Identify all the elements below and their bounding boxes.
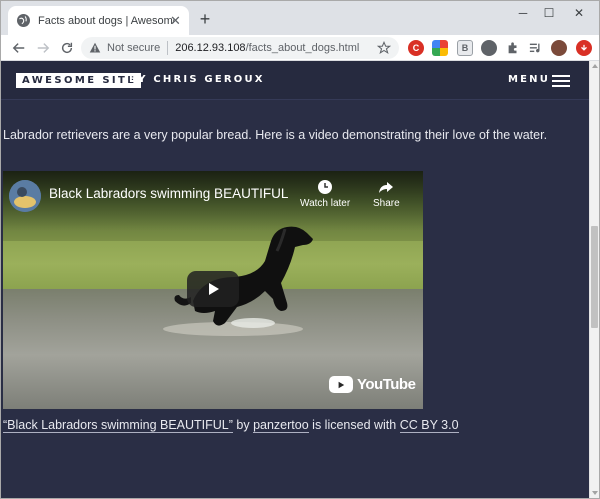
scroll-down-arrow-icon[interactable] [592,491,598,495]
globe-icon [17,14,30,27]
new-tab-button[interactable]: + [196,10,214,28]
close-window-button[interactable]: ✕ [566,5,592,21]
play-button[interactable] [187,271,239,307]
forward-button[interactable] [33,38,53,58]
grey-box-extension-icon[interactable]: B [457,40,473,56]
youtube-logo[interactable]: YouTube [329,376,416,393]
site-author: BY CHRIS GEROUX [129,74,265,85]
credit-licensed-text: is licensed with [308,418,400,432]
youtube-wordmark: YouTube [357,376,416,393]
share-arrow-icon [379,182,394,193]
credit-by-text: by [232,418,254,432]
site-logo[interactable]: AWESOME SITE [16,73,141,88]
channel-avatar[interactable] [9,180,41,212]
page-viewport: AWESOME SITE BY CHRIS GEROUX MENU Labrad… [1,61,589,498]
security-status[interactable]: Not secure [107,42,160,54]
puzzle-extensions-icon[interactable] [505,40,521,56]
scroll-up-arrow-icon[interactable] [592,64,598,68]
video-title-shade [3,171,423,231]
back-button[interactable] [9,38,29,58]
page-scrollbar[interactable] [589,61,599,498]
youtube-play-icon [329,376,353,393]
watch-later-button[interactable]: Watch later [300,179,350,209]
url-host: 206.12.93.108 [175,42,246,54]
update-menu-icon[interactable] [576,40,592,56]
tab-title: Facts about dogs | Awesome Site [38,14,174,27]
red-badge-extension-icon[interactable]: C [408,40,424,56]
media-control-icon[interactable] [528,40,544,56]
warning-icon [89,42,101,53]
video-title[interactable]: Black Labradors swimming BEAUTIFUL [49,186,288,201]
tab-strip: Facts about dogs | Awesome Site ✕ + ─ ☐ … [1,1,599,35]
url-path: /facts_about_dogs.html [245,42,360,54]
share-label: Share [373,198,400,209]
play-icon [209,283,219,295]
browser-window: Facts about dogs | Awesome Site ✕ + ─ ☐ … [0,0,600,499]
author-link[interactable]: panzertoo [253,418,309,433]
site-header: AWESOME SITE BY CHRIS GEROUX MENU [1,61,589,100]
intro-paragraph: Labrador retrievers are a very popular b… [3,128,548,142]
profile-avatar-icon[interactable] [551,40,567,56]
omnibox-divider [167,41,169,55]
youtube-video-embed[interactable]: Black Labradors swimming BEAUTIFUL Watch… [3,171,423,409]
maximize-button[interactable]: ☐ [536,5,562,21]
reload-icon [61,42,73,54]
scroll-thumb[interactable] [591,226,598,328]
pinwheel-extension-icon[interactable] [432,40,448,56]
share-button[interactable]: Share [373,179,400,209]
dark-circle-extension-icon[interactable] [481,40,497,56]
back-arrow-icon [12,43,25,53]
clock-icon [318,180,333,194]
browser-toolbar: Not secure 206.12.93.108/facts_about_dog… [1,35,599,61]
minimize-button[interactable]: ─ [510,5,536,21]
tab-facts-about-dogs[interactable]: Facts about dogs | Awesome Site ✕ [8,6,189,35]
forward-arrow-icon [37,43,50,53]
menu-button[interactable]: MENU [508,74,550,85]
video-source-link[interactable]: “Black Labradors swimming BEAUTIFUL” [3,418,233,433]
reload-button[interactable] [57,38,77,58]
close-icon[interactable]: ✕ [169,14,182,27]
hamburger-menu-icon[interactable] [552,75,570,87]
bookmark-star-icon[interactable] [377,41,391,55]
video-credit: “Black Labradors swimming BEAUTIFUL” by … [3,418,459,433]
license-link[interactable]: CC BY 3.0 [399,418,459,433]
url-text[interactable]: 206.12.93.108/facts_about_dogs.html [175,42,359,54]
address-bar[interactable]: Not secure 206.12.93.108/facts_about_dog… [81,37,399,59]
watch-later-label: Watch later [300,198,351,209]
